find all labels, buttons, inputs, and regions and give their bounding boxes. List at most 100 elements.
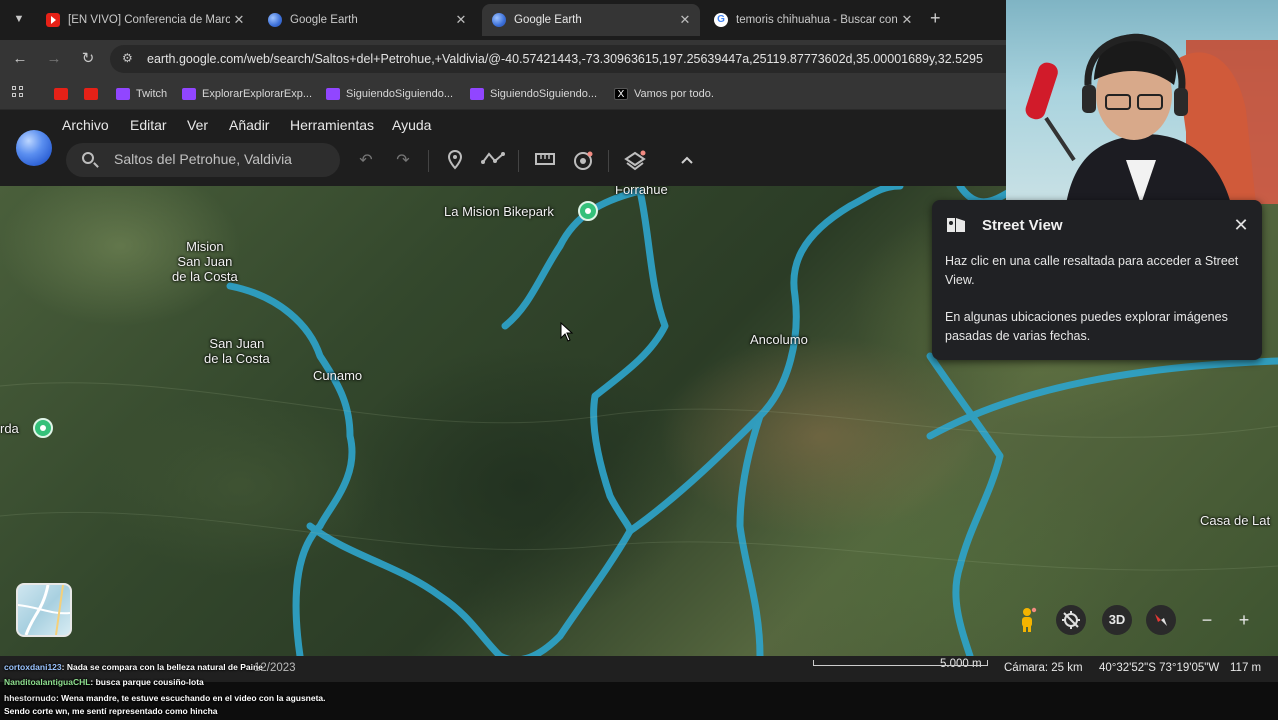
tab-google-search[interactable]: G temoris chihuahua - Buscar con ✕ xyxy=(704,4,922,36)
tab-close-icon[interactable]: ✕ xyxy=(230,12,248,28)
zoom-out-button[interactable]: − xyxy=(1192,605,1222,635)
map-style-thumbnail[interactable] xyxy=(16,583,72,637)
tab-close-icon[interactable]: ✕ xyxy=(452,12,470,28)
place-label-casa[interactable]: Casa de Lat xyxy=(1200,513,1270,528)
menu-anadir[interactable]: Añadir xyxy=(229,117,269,133)
youtube-icon xyxy=(84,88,98,100)
close-icon[interactable]: ✕ xyxy=(1230,214,1252,236)
bookmark-twitch[interactable]: Twitch xyxy=(116,86,167,102)
undo-icon[interactable]: ↶ xyxy=(355,150,377,172)
compass-icon[interactable] xyxy=(1146,605,1176,635)
google-earth-icon xyxy=(268,13,282,27)
collapse-chevron-up-icon[interactable] xyxy=(676,150,698,172)
place-pin-icon[interactable] xyxy=(33,418,53,438)
place-label-rda[interactable]: rda xyxy=(0,421,19,436)
bookmark-x[interactable]: X Vamos por todo. xyxy=(614,86,714,102)
tab-youtube[interactable]: [EN VIVO] Conferencia de Marc ✕ xyxy=(36,4,254,36)
location-off-icon[interactable] xyxy=(1056,605,1086,635)
chat-username: NanditoalantiguaCHL xyxy=(4,677,91,687)
google-earth-logo[interactable] xyxy=(16,130,52,166)
chat-text: : Wena mandre, te estuve escuchando en e… xyxy=(55,693,326,703)
cursor-elevation: 117 m xyxy=(1230,662,1262,674)
toolbar-divider xyxy=(428,150,429,172)
chat-text: Sendo corte wn, me sentí representado co… xyxy=(4,706,218,716)
zoom-in-button[interactable]: + xyxy=(1229,605,1259,635)
bookmark-youtube-2[interactable] xyxy=(84,86,104,102)
chat-text: : busca parque cousiño-lota xyxy=(90,677,204,687)
stream-chat-overlay: cortoxdani123: Nada se compara con la be… xyxy=(0,660,600,720)
search-box[interactable] xyxy=(66,143,340,177)
search-input[interactable] xyxy=(114,151,324,167)
bookmark-explorar[interactable]: ExplorarExplorarExp... xyxy=(182,86,312,102)
bookmark-siguiendo-1[interactable]: SiguiendoSiguiendo... xyxy=(326,86,453,102)
tab-close-icon[interactable]: ✕ xyxy=(898,12,916,28)
bookmark-youtube-1[interactable] xyxy=(54,86,74,102)
place-label-bikepark[interactable]: La Mision Bikepark xyxy=(444,204,554,219)
toolbar-divider xyxy=(518,150,519,172)
chat-message: NanditoalantiguaCHL: busca parque cousiñ… xyxy=(4,677,204,687)
place-label-mision[interactable]: Mision San Juan de la Costa xyxy=(172,239,238,284)
street-view-toggle-icon[interactable] xyxy=(572,150,594,172)
chat-message: Sendo corte wn, me sentí representado co… xyxy=(4,706,218,716)
tab-title: [EN VIVO] Conferencia de Marc xyxy=(68,14,230,26)
screen: ▼ [EN VIVO] Conferencia de Marc ✕ Google… xyxy=(0,0,1278,720)
search-icon[interactable] xyxy=(82,152,94,164)
twitch-icon xyxy=(470,88,484,100)
redo-icon[interactable]: ↷ xyxy=(392,150,414,172)
reload-icon[interactable]: ↻ xyxy=(78,49,98,69)
tab-close-icon[interactable]: ✕ xyxy=(676,12,694,28)
x-icon: X xyxy=(614,88,628,100)
map-layers-icon[interactable] xyxy=(624,150,646,172)
google-earth-icon xyxy=(492,13,506,27)
bookmark-siguiendo-2[interactable]: SiguiendoSiguiendo... xyxy=(470,86,597,102)
place-label-ancolumo[interactable]: Ancolumo xyxy=(750,332,808,347)
cursor-coordinates: 40°32'52"S 73°19'05"W xyxy=(1099,662,1220,674)
tab-title: Google Earth xyxy=(290,14,358,26)
twitch-icon xyxy=(116,88,130,100)
tab-search-dropdown-icon[interactable]: ▼ xyxy=(8,8,30,30)
menu-archivo[interactable]: Archivo xyxy=(62,117,109,133)
map-style-preview-icon xyxy=(18,585,70,635)
webcam-overlay xyxy=(1006,0,1278,204)
bookmark-label: SiguiendoSiguiendo... xyxy=(346,88,454,100)
google-earth-toolbar: Archivo Editar Ver Añadir Herramientas A… xyxy=(0,110,1010,186)
ruler-icon[interactable] xyxy=(534,150,556,172)
place-label-forrahue[interactable]: Forrahue xyxy=(615,186,668,197)
bookmark-label: ExplorarExplorarExp... xyxy=(202,88,313,100)
bikepark-pin-icon[interactable] xyxy=(578,201,598,221)
menu-ver[interactable]: Ver xyxy=(187,117,208,133)
tab-title: temoris chihuahua - Buscar con xyxy=(736,14,898,26)
street-view-title: Street View xyxy=(982,217,1063,234)
apps-grid-icon[interactable] xyxy=(12,86,26,100)
street-view-icon xyxy=(947,218,965,232)
place-label-cunamo[interactable]: Cunamo xyxy=(313,368,362,383)
menu-herramientas[interactable]: Herramientas xyxy=(290,117,374,133)
twitch-icon xyxy=(182,88,196,100)
forward-arrow-icon[interactable]: → xyxy=(44,49,64,69)
youtube-icon xyxy=(54,88,68,100)
draw-path-icon[interactable] xyxy=(481,150,505,172)
streamer-webcam-image xyxy=(1025,33,1278,204)
pegman-icon[interactable] xyxy=(1012,605,1042,635)
url-text[interactable]: earth.google.com/web/search/Saltos+del+P… xyxy=(147,52,1007,66)
youtube-icon xyxy=(46,13,60,27)
new-tab-button[interactable]: + xyxy=(930,8,941,28)
place-label-san-juan[interactable]: San Juan de la Costa xyxy=(204,336,270,366)
menu-editar[interactable]: Editar xyxy=(130,117,167,133)
street-view-help-text: Haz clic en una calle resaltada para acc… xyxy=(945,254,1239,287)
back-arrow-icon[interactable]: ← xyxy=(10,49,30,69)
camera-altitude: Cámara: 25 km xyxy=(1004,662,1083,674)
toggle-3d-button[interactable]: 3D xyxy=(1102,605,1132,635)
chat-username: cortoxdani123 xyxy=(4,662,62,672)
chat-message: cortoxdani123: Nada se compara con la be… xyxy=(4,662,263,672)
google-icon: G xyxy=(714,13,728,27)
tab-google-earth-active[interactable]: Google Earth ✕ xyxy=(482,4,700,36)
street-view-history-text: En algunas ubicaciones puedes explorar i… xyxy=(945,310,1228,343)
menu-ayuda[interactable]: Ayuda xyxy=(392,117,431,133)
add-placemark-icon[interactable] xyxy=(444,149,466,172)
site-settings-icon[interactable]: ⚙ xyxy=(122,51,133,65)
tab-google-earth-1[interactable]: Google Earth ✕ xyxy=(258,4,476,36)
scale-bar xyxy=(813,660,988,666)
mouse-cursor-icon xyxy=(560,322,574,342)
bookmark-label: Vamos por todo. xyxy=(634,88,714,100)
